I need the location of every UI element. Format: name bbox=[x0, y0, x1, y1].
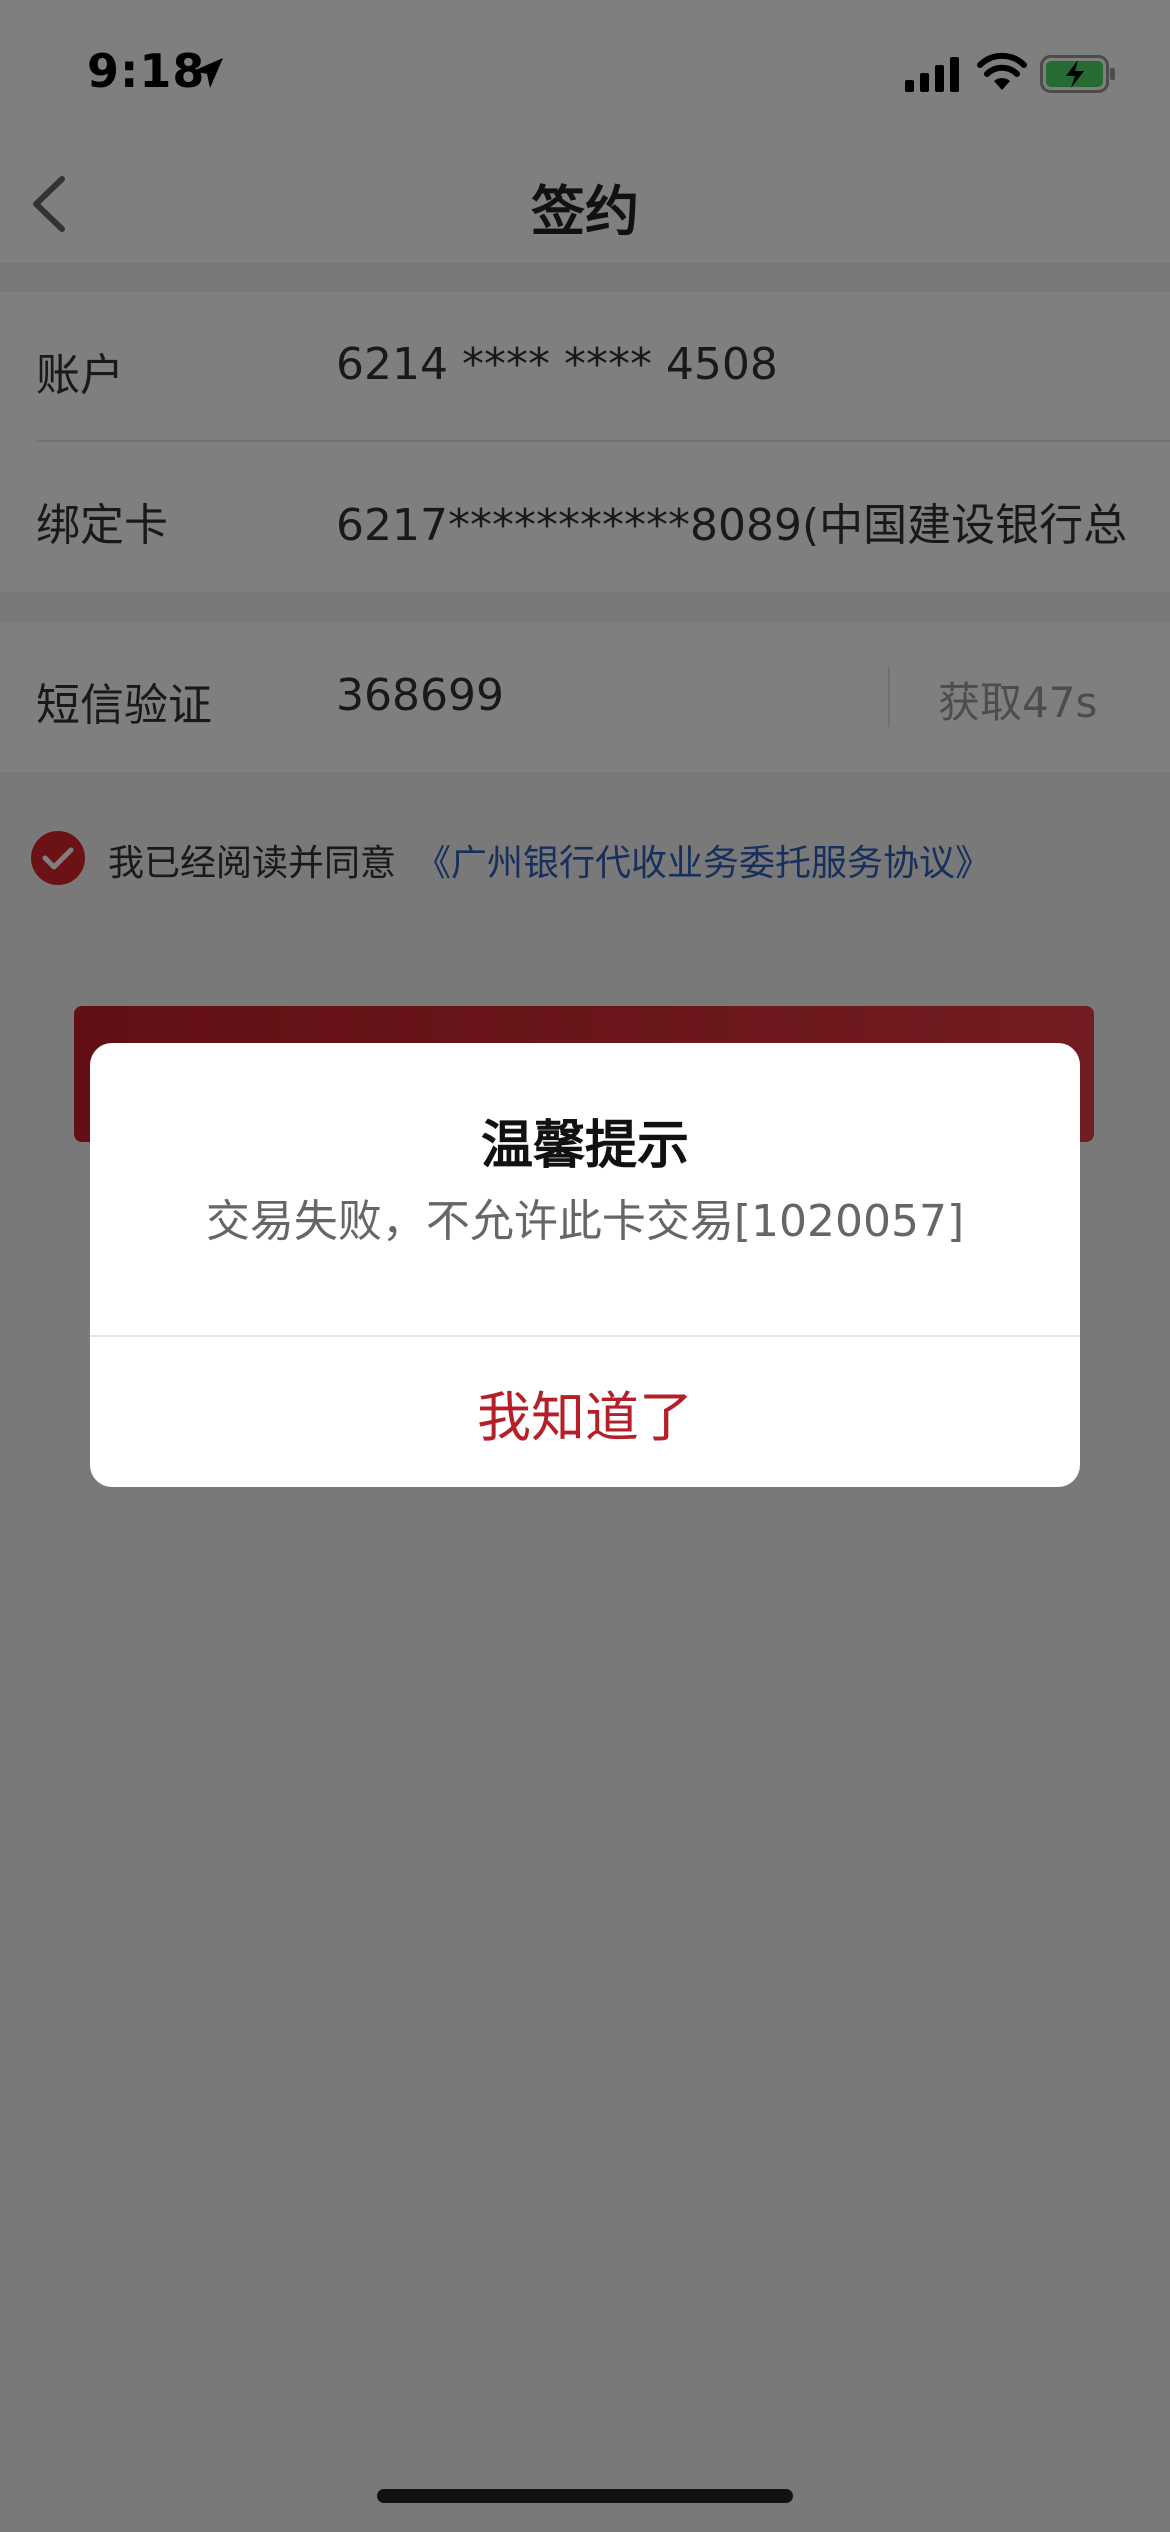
dialog-title: 温馨提示 bbox=[480, 1116, 689, 1176]
dialog-ok-button[interactable]: 我知道了 bbox=[90, 1337, 1080, 1487]
alert-dialog: 温馨提示 交易失败，不允许此卡交易[1020057] 我知道了 bbox=[90, 1043, 1080, 1487]
dialog-message: 交易失败，不允许此卡交易[1020057] bbox=[205, 1196, 965, 1247]
home-indicator[interactable] bbox=[377, 2489, 793, 2503]
